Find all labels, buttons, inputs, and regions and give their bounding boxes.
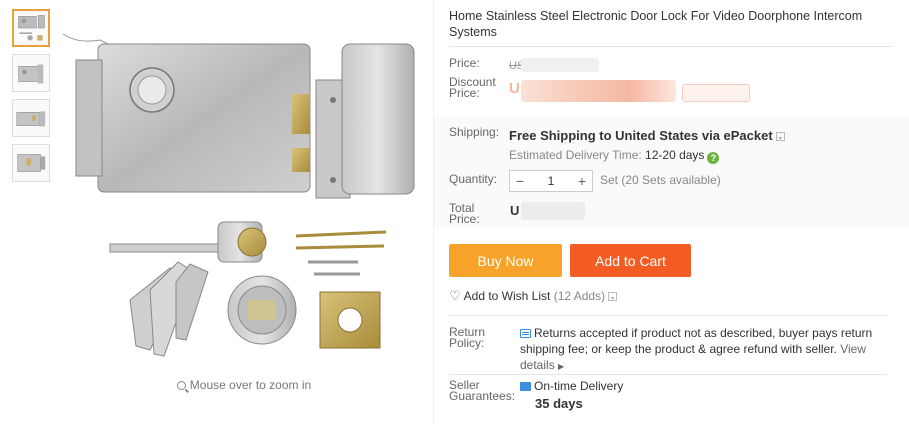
buy-now-button[interactable]: Buy Now: [449, 244, 562, 277]
total-label-line2: Price:: [449, 212, 480, 226]
title-divider: [449, 46, 892, 47]
chevron-down-icon[interactable]: ⌄: [775, 132, 785, 141]
return-label-line2: Policy:: [449, 336, 485, 350]
total-price-redacted: [521, 202, 585, 220]
discount-label-line2: Price:: [449, 86, 480, 100]
discount-price-redacted: [521, 80, 676, 102]
thumbnail-2[interactable]: [12, 54, 50, 92]
thumbnail-4[interactable]: [12, 144, 50, 182]
add-to-wishlist-link[interactable]: ♡ Add to Wish List (12 Adds) ⌄: [449, 288, 618, 304]
quantity-stepper: − 1 +: [509, 170, 593, 192]
help-icon[interactable]: ?: [707, 152, 720, 164]
return-policy-text: Returns accepted if product not as descr…: [520, 325, 890, 375]
thumbnail-1[interactable]: [12, 9, 50, 47]
on-time-delivery: On-time Delivery 35 days: [520, 379, 623, 411]
price-label: Price:: [449, 56, 480, 70]
discount-price-label: Discount Price:: [449, 76, 496, 100]
thumbnail-3[interactable]: [12, 99, 50, 137]
actions-divider: [449, 315, 887, 316]
quantity-label: Quantity:: [449, 172, 498, 186]
product-title: Home Stainless Steel Electronic Door Loc…: [449, 9, 863, 39]
seller-guarantees-label: Seller Guarantees:: [449, 379, 516, 403]
delivery-text: On-time Delivery: [534, 379, 624, 393]
product-page: Mouse over to zoom in Home Stainless Ste…: [0, 0, 909, 424]
shipping-text: Free Shipping to United States via ePack…: [509, 128, 773, 143]
door-lock-illustration: [62, 33, 415, 357]
shipping-option[interactable]: Free Shipping to United States via ePack…: [509, 128, 785, 143]
heart-icon: ♡: [449, 288, 461, 303]
delivery-days: 35 days: [535, 396, 583, 411]
delivery-icon: [520, 382, 531, 391]
product-main-image[interactable]: [58, 0, 430, 376]
guarantees-label-line2: Guarantees:: [449, 389, 516, 403]
quantity-input[interactable]: 1: [530, 174, 572, 188]
thumbnail-strip: [12, 9, 52, 189]
return-policy-body: Returns accepted if product not as descr…: [520, 326, 873, 356]
estimated-delivery: Estimated Delivery Time: 12-20 days?: [509, 148, 720, 164]
chevron-down-icon[interactable]: ⌄: [608, 292, 618, 301]
shipping-label: Shipping:: [449, 125, 500, 139]
discount-badge-redacted: [682, 84, 750, 102]
estimated-label: Estimated Delivery Time:: [509, 148, 642, 162]
quantity-availability: Set (20 Sets available): [600, 173, 721, 187]
policy-divider: [449, 374, 887, 375]
return-policy-label: Return Policy:: [449, 326, 485, 350]
quantity-increase-button[interactable]: +: [572, 173, 592, 189]
total-price: U: [510, 203, 520, 218]
magnifier-icon: [176, 381, 186, 390]
wishlist-count: (12 Adds): [553, 289, 606, 303]
discount-price: U: [509, 80, 520, 97]
caret-right-icon: ▶: [558, 362, 565, 371]
quantity-decrease-button[interactable]: −: [510, 173, 530, 189]
total-price-label: Total Price:: [449, 202, 480, 226]
estimated-days: 12-20 days: [645, 148, 705, 162]
policy-icon: [520, 329, 531, 338]
add-to-cart-button[interactable]: Add to Cart: [570, 244, 691, 277]
zoom-hint: Mouse over to zoom in: [58, 378, 430, 392]
zoom-hint-text: Mouse over to zoom in: [189, 378, 312, 392]
wishlist-text: Add to Wish List: [463, 289, 551, 303]
price-redacted: [521, 58, 599, 72]
